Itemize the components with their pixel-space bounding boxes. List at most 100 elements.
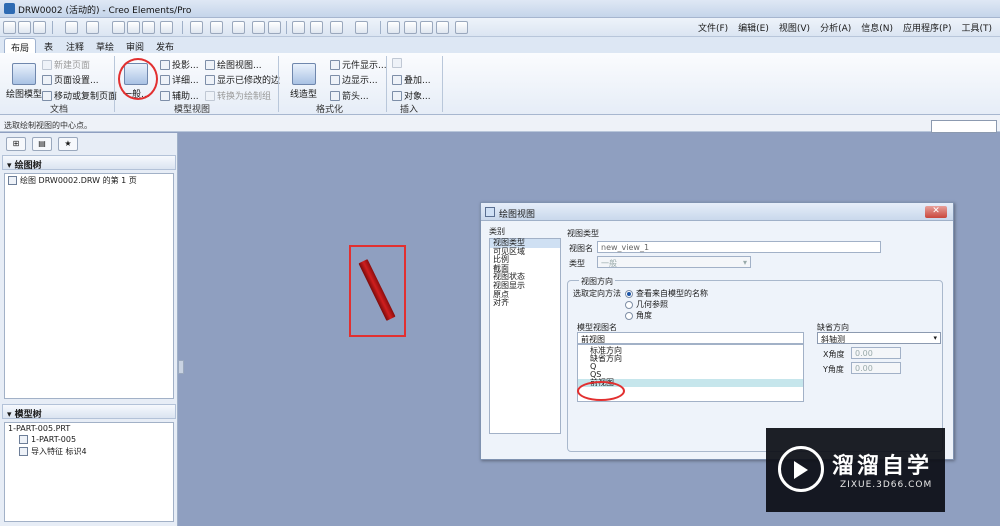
- category-label: 类别: [489, 227, 505, 236]
- list-item[interactable]: Q: [578, 363, 803, 371]
- default-orientation-select[interactable]: 斜轴测 ▾: [817, 332, 941, 344]
- group-label-insert: 插入: [400, 105, 419, 115]
- menu-view[interactable]: 视图(V): [779, 21, 810, 34]
- overlay-icon: [392, 74, 402, 85]
- group-label-model-views: 模型视图: [174, 105, 211, 115]
- move-copy-page-icon: [42, 90, 52, 101]
- model-tree-header[interactable]: ▾ 模型树: [2, 404, 176, 420]
- tab-table[interactable]: 表: [38, 38, 59, 53]
- tab-annotate[interactable]: 注释: [60, 38, 90, 53]
- edge-display-icon: [330, 74, 340, 85]
- type-select[interactable]: 一般 ▾: [597, 256, 751, 268]
- orientation-title: 视图方向: [579, 276, 615, 287]
- menu-applications[interactable]: 应用程序(P): [903, 21, 951, 34]
- menu-edit[interactable]: 编辑(E): [738, 21, 769, 34]
- redo-icon[interactable]: [86, 21, 99, 34]
- projection-button[interactable]: 投影...: [160, 58, 199, 71]
- auxiliary-icon: [160, 90, 170, 101]
- favorites-tab-icon[interactable]: ★: [58, 137, 78, 151]
- tab-review[interactable]: 审阅: [120, 38, 150, 53]
- radio-angle[interactable]: 角度: [625, 310, 652, 321]
- drawing-model-button[interactable]: 绘图模型: [6, 63, 42, 100]
- drawing-tree-header[interactable]: ▾ 绘图树: [2, 155, 176, 171]
- display-style-icon[interactable]: [355, 21, 368, 34]
- arrow-icon: [330, 90, 340, 101]
- object-icon: [392, 90, 402, 101]
- tree-item[interactable]: 1-PART-005.PRT: [5, 423, 173, 434]
- detail-button[interactable]: 详细...: [160, 73, 199, 86]
- paste-icon[interactable]: [142, 21, 155, 34]
- cut-icon[interactable]: [112, 21, 125, 34]
- csys-icon: [19, 435, 28, 444]
- new-page-button[interactable]: 新建页面: [42, 58, 90, 71]
- radio-model-name[interactable]: 查看来自模型的名称: [625, 288, 708, 299]
- section-title: 视图类型: [567, 229, 599, 238]
- menu-file[interactable]: 文件(F): [698, 21, 728, 34]
- grid-icon[interactable]: [268, 21, 281, 34]
- x-angle-input[interactable]: 0.00: [851, 347, 901, 359]
- dialog-title-bar[interactable]: 绘图视图: [481, 203, 953, 221]
- object-button[interactable]: 对象...: [392, 89, 431, 102]
- model-view-name-input[interactable]: 前视图: [577, 332, 804, 344]
- show-modified-edges-icon: [205, 74, 215, 85]
- line-style-button[interactable]: 线造型: [290, 63, 317, 100]
- view-name-input[interactable]: new_view_1: [597, 241, 881, 253]
- show-modified-edges-button[interactable]: 显示已修改的边: [205, 73, 280, 86]
- convert-to-draft-button[interactable]: 转换为绘制组: [205, 89, 271, 102]
- undo-icon[interactable]: [65, 21, 78, 34]
- delete-icon[interactable]: [160, 21, 173, 34]
- zoom-fit-icon[interactable]: [292, 21, 305, 34]
- close-button[interactable]: ✕: [925, 206, 947, 218]
- edge-display-button[interactable]: 边显示...: [330, 73, 378, 86]
- datum-plane-icon[interactable]: [387, 21, 400, 34]
- save-icon[interactable]: [33, 21, 46, 34]
- datum-axis-icon[interactable]: [404, 21, 417, 34]
- tree-item[interactable]: 导入特征 标识4: [5, 445, 173, 458]
- status-message: 选取绘制视图的中心点。: [4, 121, 92, 130]
- tab-sketch[interactable]: 草绘: [90, 38, 120, 53]
- layer-tab-icon[interactable]: ▤: [32, 137, 52, 151]
- orientation-method-label: 选取定向方法: [573, 289, 621, 298]
- menu-tools[interactable]: 工具(T): [961, 21, 992, 34]
- new-icon[interactable]: [3, 21, 16, 34]
- orient-icon[interactable]: [310, 21, 323, 34]
- arrow-button[interactable]: 箭头...: [330, 89, 369, 102]
- overlay-button[interactable]: 叠加...: [392, 73, 431, 86]
- page-setup-button[interactable]: 页面设置...: [42, 73, 99, 86]
- open-icon[interactable]: [18, 21, 31, 34]
- menu-info[interactable]: 信息(N): [861, 21, 893, 34]
- model-tree-tab-icon[interactable]: ⊞: [6, 137, 26, 151]
- datum-point-icon[interactable]: [420, 21, 433, 34]
- element-display-button[interactable]: 元件显示...: [330, 58, 387, 71]
- drawing-view-button[interactable]: 绘图视图...: [205, 58, 262, 71]
- select-icon[interactable]: [210, 21, 223, 34]
- tree-item[interactable]: 绘图 DRW0002.DRW 的第 1 页: [5, 174, 173, 187]
- element-display-icon: [330, 59, 340, 70]
- help-icon[interactable]: [455, 21, 468, 34]
- page-setup-icon: [42, 74, 52, 85]
- windows-icon[interactable]: [232, 21, 245, 34]
- view-name-label: 视图名: [569, 244, 593, 253]
- list-item[interactable]: 缺省方向: [578, 355, 803, 363]
- tab-layout[interactable]: 布局: [4, 38, 37, 54]
- regenerate-icon[interactable]: [190, 21, 203, 34]
- y-angle-input[interactable]: 0.00: [851, 362, 901, 374]
- search-input[interactable]: [931, 120, 997, 133]
- y-angle-label: Y角度: [823, 365, 844, 374]
- repaint-icon[interactable]: [252, 21, 265, 34]
- watermark-url: ZIXUE.3D66.COM: [840, 480, 933, 490]
- convert-to-draft-icon: [205, 90, 215, 101]
- play-icon: [794, 461, 808, 479]
- tab-publish[interactable]: 发布: [150, 38, 180, 53]
- menu-analysis[interactable]: 分析(A): [820, 21, 851, 34]
- auxiliary-button[interactable]: 辅助...: [160, 89, 199, 102]
- move-copy-page-button[interactable]: 移动或复制页面: [42, 89, 117, 102]
- radio-geometry-ref[interactable]: 几何参照: [625, 299, 668, 310]
- datum-csys-icon[interactable]: [436, 21, 449, 34]
- copy-icon[interactable]: [127, 21, 140, 34]
- import-feature-icon: [19, 447, 28, 456]
- tree-item[interactable]: 1-PART-005: [5, 434, 173, 445]
- category-alignment[interactable]: 对齐: [490, 299, 560, 308]
- drawing-button[interactable]: [392, 58, 402, 68]
- zoom-icon[interactable]: [330, 21, 343, 34]
